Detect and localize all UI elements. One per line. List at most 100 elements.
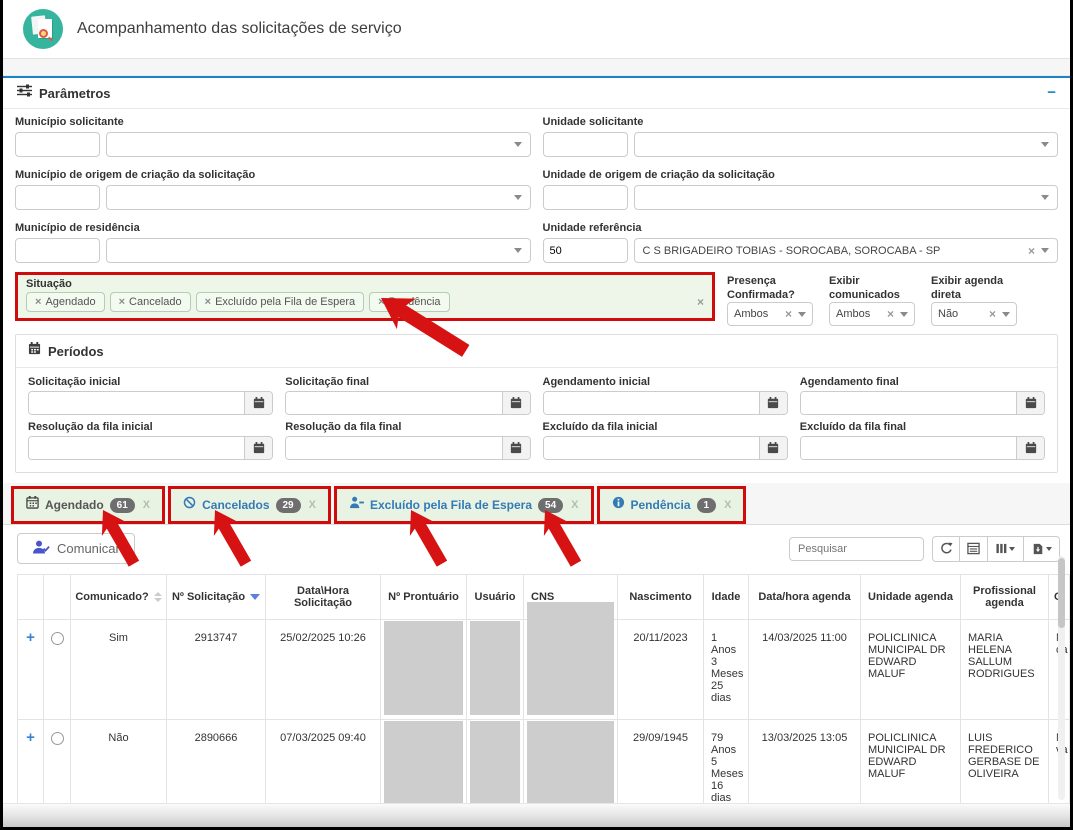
tab-cancelados[interactable]: Cancelados 29 X (168, 486, 331, 524)
situacao-tag-excluido[interactable]: ×Excluído pela Fila de Espera (196, 292, 364, 312)
list-view-button[interactable] (960, 536, 988, 562)
unidade-solicitante-select[interactable] (634, 132, 1059, 157)
situacao-label: Situação (26, 277, 704, 292)
mini-selects: Presença Confirmada? Ambos × Exibir comu… (727, 272, 1017, 326)
parametros-form: Município solicitante Unidade solicitant… (3, 109, 1070, 270)
municipio-solicitante-code-input[interactable] (15, 132, 100, 157)
remove-tag-icon[interactable]: × (205, 296, 211, 308)
calendar-button[interactable] (1016, 392, 1044, 414)
clear-icon[interactable]: × (887, 309, 894, 319)
calendar-icon (26, 496, 39, 514)
tab-pendencia[interactable]: Pendência 1 X (597, 486, 747, 524)
unidade-solicitante-code-input[interactable] (543, 132, 628, 157)
excluido-fila-final-input[interactable] (801, 437, 1016, 459)
calendar-button[interactable] (502, 437, 530, 459)
col-idade[interactable]: Idade (704, 575, 749, 620)
refresh-button[interactable] (932, 536, 960, 562)
chevron-down-icon (1041, 142, 1049, 147)
municipio-residencia-code-input[interactable] (15, 238, 100, 263)
remove-tag-icon[interactable]: × (119, 296, 125, 308)
calendar-button[interactable] (1016, 437, 1044, 459)
col-data-hora-solicitacao[interactable]: Data\Hora Solicitação (266, 575, 381, 620)
export-button[interactable] (1024, 536, 1060, 562)
field-municipio-solicitante: Município solicitante (15, 111, 531, 157)
calendar-button[interactable] (244, 392, 272, 414)
table-row: + Sim 2913747 25/02/2025 10:26 20/11/202… (18, 620, 1070, 720)
col-comunicado[interactable]: Comunicado? (71, 575, 167, 620)
col-n-prontuario[interactable]: Nº Prontuário (381, 575, 467, 620)
presenca-confirmada-select[interactable]: Ambos × (727, 302, 813, 326)
collapse-panel-button[interactable]: − (1047, 87, 1056, 99)
col-usuario[interactable]: Usuário (467, 575, 524, 620)
calendar-button[interactable] (244, 437, 272, 459)
unidade-origem-label: Unidade de origem de criação da solicita… (543, 168, 1059, 182)
columns-button[interactable] (988, 536, 1024, 562)
excluido-fila-inicial-input[interactable] (544, 437, 759, 459)
remove-tag-icon[interactable]: × (35, 296, 41, 308)
clear-icon[interactable]: × (785, 309, 792, 319)
col-n-solicitacao[interactable]: Nº Solicitação (167, 575, 266, 620)
resolucao-fila-inicial-input[interactable] (29, 437, 244, 459)
municipio-origem-select[interactable] (106, 185, 531, 210)
sort-desc-icon[interactable] (250, 594, 260, 600)
chevron-down-icon (1009, 547, 1015, 551)
expand-row-button[interactable]: + (26, 729, 35, 746)
calendar-button[interactable] (759, 437, 787, 459)
field-excluido-fila-final: Excluído da fila final (800, 421, 1045, 460)
unidade-referencia-code-input[interactable] (543, 238, 628, 263)
calendar-button[interactable] (502, 392, 530, 414)
field-solicitacao-final: Solicitação final (285, 376, 530, 415)
calendar-button[interactable] (759, 392, 787, 414)
municipio-residencia-select[interactable] (106, 238, 531, 263)
col-unidade-agenda[interactable]: Unidade agenda (861, 575, 961, 620)
solicitacao-inicial-input[interactable] (29, 392, 244, 414)
search-input[interactable] (789, 537, 924, 561)
unidade-referencia-select[interactable]: C S BRIGADEIRO TOBIAS - SOROCABA, SOROCA… (634, 238, 1059, 263)
municipio-solicitante-select[interactable] (106, 132, 531, 157)
field-presenca-confirmada: Presença Confirmada? Ambos × (727, 274, 813, 326)
unidade-origem-code-input[interactable] (543, 185, 628, 210)
agendamento-inicial-input[interactable] (544, 392, 759, 414)
situacao-row: Situação ×Agendado ×Cancelado ×Excluído … (15, 272, 1058, 326)
situacao-tag-agendado[interactable]: ×Agendado (26, 292, 105, 312)
cell-unidade-agenda: POLICLINICA MUNICIPAL DR EDWARD MALUF (861, 620, 961, 720)
close-tab-icon[interactable]: X (571, 499, 578, 511)
clear-icon[interactable]: × (1028, 246, 1035, 256)
situacao-tag-cancelado[interactable]: ×Cancelado (110, 292, 191, 312)
row-radio-button[interactable] (51, 732, 64, 745)
expand-row-button[interactable]: + (26, 629, 35, 646)
sort-icon[interactable] (154, 592, 162, 602)
col-nascimento[interactable]: Nascimento (618, 575, 704, 620)
agendamento-final-input[interactable] (801, 392, 1016, 414)
close-tab-icon[interactable]: X (309, 499, 316, 511)
municipio-residencia-label: Município de residência (15, 221, 531, 235)
chevron-down-icon (900, 312, 908, 317)
col-profissional-agenda[interactable]: Profissional agenda (961, 575, 1049, 620)
cell-usuario-redacted (467, 620, 524, 720)
field-exibir-comunicados: Exibir comunicados Ambos × (829, 274, 915, 326)
exibir-comunicados-select[interactable]: Ambos × (829, 302, 915, 326)
clear-all-icon[interactable]: × (697, 295, 704, 309)
unidade-origem-select[interactable] (634, 185, 1059, 210)
ban-icon (183, 496, 196, 514)
vertical-scrollbar[interactable] (1058, 556, 1065, 800)
field-municipio-origem: Município de origem de criação da solici… (15, 164, 531, 210)
exibir-agenda-direta-select[interactable]: Não × (931, 302, 1017, 326)
table-toolbar (789, 536, 1060, 562)
col-data-hora-agenda[interactable]: Data/hora agenda (749, 575, 861, 620)
page-title: Acompanhamento das solicitações de servi… (77, 20, 402, 38)
clear-icon[interactable]: × (989, 309, 996, 319)
solicitacao-final-input[interactable] (286, 392, 501, 414)
person-minus-icon (349, 496, 364, 514)
municipio-origem-code-input[interactable] (15, 185, 100, 210)
parametros-title: Parâmetros (39, 86, 111, 101)
close-tab-icon[interactable]: X (724, 499, 731, 511)
close-tab-icon[interactable]: X (143, 499, 150, 511)
calendar-icon (28, 342, 41, 360)
resolucao-fila-final-input[interactable] (286, 437, 501, 459)
chevron-down-icon (1041, 195, 1049, 200)
tab-agendado[interactable]: Agendado 61 X (11, 486, 165, 524)
situacao-multiselect[interactable]: Situação ×Agendado ×Cancelado ×Excluído … (15, 272, 715, 321)
row-radio-button[interactable] (51, 632, 64, 645)
municipio-solicitante-label: Município solicitante (15, 115, 531, 129)
